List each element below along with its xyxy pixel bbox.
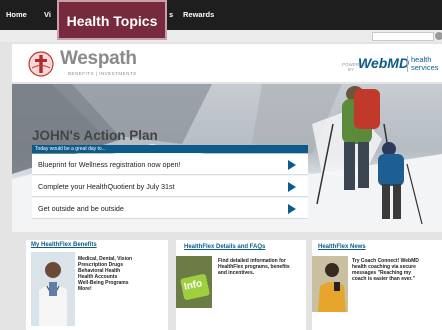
action-plan-item-label: Get outside and be outside <box>38 204 124 213</box>
action-plan-item[interactable]: Get outside and be outside <box>32 198 308 219</box>
action-plan-item-label: Complete your HealthQuotient by July 31s… <box>38 182 175 191</box>
card-news-link[interactable]: HealthFlex News <box>318 244 366 250</box>
doctor-photo <box>31 252 75 326</box>
webmd-logo: WebMD <box>358 55 410 71</box>
brand-header: Wespath BENEFITS | INVESTMENTS POWERED B… <box>12 44 442 82</box>
action-plan-item-label: Blueprint for Wellness registration now … <box>38 160 181 169</box>
search-input[interactable] <box>372 32 434 41</box>
hero-banner: JOHN's Action Plan Today would be a grea… <box>12 84 442 232</box>
card-details-text: Find detailed information for HealthFlex… <box>218 258 290 276</box>
card-news: HealthFlex News Try Coach Connect! WebMD… <box>312 240 442 330</box>
card-benefits-link[interactable]: My HealthFlex Benefits <box>31 242 97 248</box>
nav-health-topics-highlight[interactable]: Health Topics <box>57 0 167 40</box>
nav-home[interactable]: Home <box>6 0 27 30</box>
play-arrow-icon[interactable] <box>288 160 296 170</box>
play-arrow-icon[interactable] <box>288 182 296 192</box>
info-key-image: Info <box>176 256 212 308</box>
coach-photo <box>312 256 348 312</box>
card-benefits-text: Medical, Dental, Vision Prescription Dru… <box>78 256 133 292</box>
brand-tagline: BENEFITS | INVESTMENTS <box>68 71 137 76</box>
nav-item-partial[interactable]: Vi <box>44 0 51 30</box>
card-details-faqs: HealthFlex Details and FAQs Info Find de… <box>176 240 306 330</box>
brand-name: Wespath <box>60 48 137 69</box>
play-arrow-icon[interactable] <box>288 204 296 214</box>
nav-rewards[interactable]: Rewards <box>183 0 214 30</box>
action-plan-title: JOHN's Action Plan <box>32 128 158 143</box>
search-icon[interactable] <box>435 32 442 40</box>
action-plan-item[interactable]: Blueprint for Wellness registration now … <box>32 154 308 175</box>
nav-item-partial-2[interactable]: s <box>169 0 173 30</box>
health-services-label: health services <box>407 56 439 72</box>
card-details-link[interactable]: HealthFlex Details and FAQs <box>184 244 265 250</box>
action-plan-item[interactable]: Complete your HealthQuotient by July 31s… <box>32 176 308 197</box>
wespath-logo-icon[interactable] <box>28 51 54 77</box>
action-plan-tagline: Today would be a great day to... <box>32 145 308 153</box>
card-news-text: Try Coach Connect! WebMD health coaching… <box>352 258 419 282</box>
card-benefits: My HealthFlex Benefits Medical, Dental, … <box>26 240 168 330</box>
